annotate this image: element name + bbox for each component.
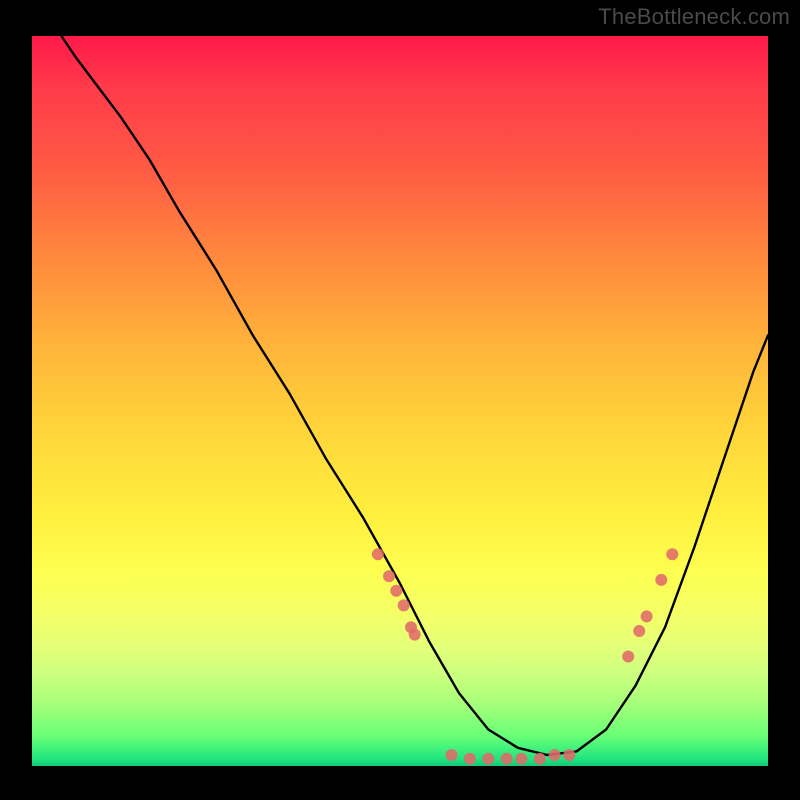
scatter-point: [633, 625, 645, 637]
chart-svg: [32, 36, 768, 766]
scatter-point: [390, 585, 402, 597]
scatter-point: [563, 749, 575, 761]
scatter-point: [372, 548, 384, 560]
bottleneck-curve: [61, 36, 768, 755]
scatter-point: [534, 753, 546, 765]
scatter-point: [446, 749, 458, 761]
scatter-point: [464, 753, 476, 765]
scatter-point: [655, 574, 667, 586]
scatter-point: [501, 753, 513, 765]
scatter-point: [398, 599, 410, 611]
scatter-point: [641, 610, 653, 622]
plot-area: [32, 36, 768, 766]
scatter-point: [549, 749, 561, 761]
scatter-point: [622, 651, 634, 663]
scatter-points: [372, 548, 678, 764]
scatter-point: [383, 570, 395, 582]
scatter-point: [409, 629, 421, 641]
watermark-text: TheBottleneck.com: [598, 4, 790, 30]
scatter-point: [666, 548, 678, 560]
scatter-point: [482, 753, 494, 765]
scatter-point: [515, 753, 527, 765]
